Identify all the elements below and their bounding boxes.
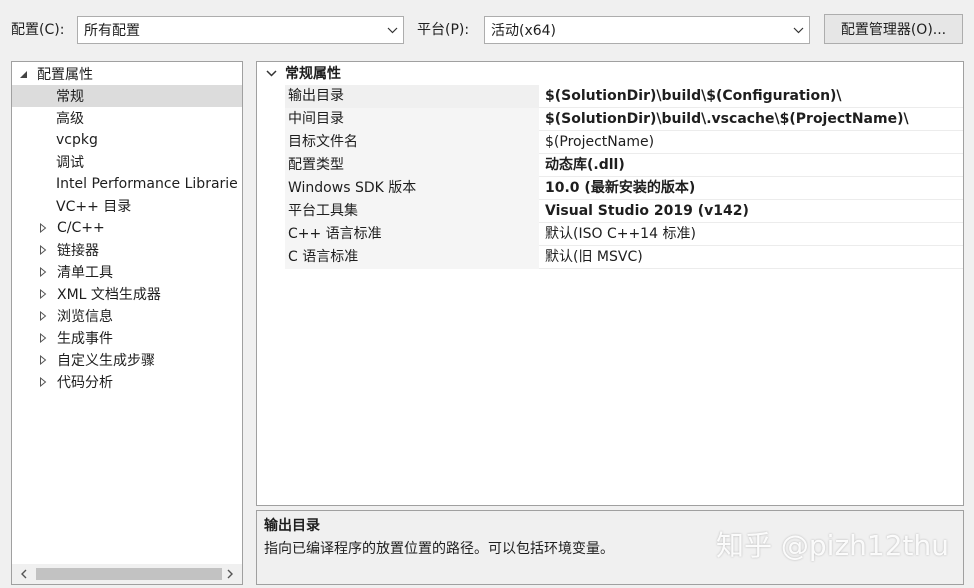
tree-item-label: C/C++ [57,220,105,236]
tree-item[interactable]: 链接器 [12,239,242,261]
property-value[interactable]: $(ProjectName) [541,131,963,154]
property-value[interactable]: 默认(ISO C++14 标准) [541,223,963,246]
property-name: 中间目录 [285,108,539,131]
property-row[interactable]: 配置类型 动态库(.dll) [257,154,963,177]
tree-root-label: 配置属性 [37,67,93,83]
collapse-chevron-icon[interactable] [257,69,285,77]
property-name: Windows SDK 版本 [285,177,539,200]
tree-item-label: 链接器 [57,243,99,259]
chevron-down-icon [787,17,809,43]
tree-item[interactable]: 常规 [12,85,242,107]
tree-item[interactable]: 自定义生成步骤 [12,349,242,371]
scrollbar-thumb[interactable] [36,568,222,580]
tree-item[interactable]: Intel Performance Librarie [12,173,242,195]
tree-item[interactable]: vcpkg [12,129,242,151]
tree-item[interactable]: 高级 [12,107,242,129]
tree-item-label: 自定义生成步骤 [57,353,155,369]
category-label: 常规属性 [285,66,341,82]
property-name: C 语言标准 [285,246,539,269]
tree-item-label: 高级 [56,111,84,127]
watermark: 知乎 @pizh12thu [716,529,949,562]
tree-item-label: XML 文档生成器 [57,287,161,303]
row-margin [257,246,285,269]
property-name: 目标文件名 [285,131,539,154]
row-margin [257,131,285,154]
tree-item-label: 浏览信息 [57,309,113,325]
property-name: 平台工具集 [285,200,539,223]
property-grid[interactable]: 常规属性 输出目录 $(SolutionDir)\build\$(Configur… [256,61,964,506]
property-row[interactable]: 目标文件名 $(ProjectName) [257,131,963,154]
property-name: 输出目录 [285,85,539,108]
property-row[interactable]: 输出目录 $(SolutionDir)\build\$(Configuration… [257,85,963,108]
tree-item-label: 调试 [56,155,84,171]
platform-label: 平台(P): [417,22,470,38]
tree-item[interactable]: 浏览信息 [12,305,242,327]
tree-item-label: VC++ 目录 [56,199,132,215]
category-header[interactable]: 常规属性 [257,62,963,84]
property-value[interactable]: Visual Studio 2019 (v142) [541,200,963,223]
expand-triangle-icon[interactable] [38,244,48,256]
tree-item[interactable]: 清单工具 [12,261,242,283]
tree-horizontal-scrollbar[interactable] [12,564,242,584]
configuration-manager-button[interactable]: 配置管理器(O)... [824,14,963,44]
row-margin [257,223,285,246]
row-margin [257,108,285,131]
tree-item-label: 代码分析 [57,375,113,391]
tree-item[interactable]: 代码分析 [12,371,242,393]
platform-dropdown[interactable]: 活动(x64) [484,16,810,44]
expand-triangle-icon[interactable] [38,222,48,234]
row-margin [257,177,285,200]
scroll-left-icon[interactable] [16,566,32,582]
expanded-triangle-icon[interactable] [18,68,28,80]
expand-triangle-icon[interactable] [38,288,48,300]
tree-item-label: 清单工具 [57,265,113,281]
property-row[interactable]: 平台工具集 Visual Studio 2019 (v142) [257,200,963,223]
property-value[interactable]: 默认(旧 MSVC) [541,246,963,269]
property-row[interactable]: C++ 语言标准 默认(ISO C++14 标准) [257,223,963,246]
scroll-right-icon[interactable] [222,566,238,582]
property-row[interactable]: 中间目录 $(SolutionDir)\build\.vscache\$(Proj… [257,108,963,131]
tree-item-label: Intel Performance Librarie [56,176,238,192]
configuration-dropdown[interactable]: 所有配置 [77,16,404,44]
tree-item-label: 常规 [56,89,84,105]
expand-triangle-icon[interactable] [38,376,48,388]
platform-value: 活动(x64) [491,23,557,39]
property-name: 配置类型 [285,154,539,177]
property-value[interactable]: $(SolutionDir)\build\$(Configuration)\ [541,85,963,108]
property-value[interactable]: $(SolutionDir)\build\.vscache\$(ProjectN… [541,108,963,131]
row-margin [257,154,285,177]
tree-item[interactable]: 生成事件 [12,327,242,349]
property-value[interactable]: 10.0 (最新安装的版本) [541,177,963,200]
property-row[interactable]: C 语言标准 默认(旧 MSVC) [257,246,963,269]
expand-triangle-icon[interactable] [38,310,48,322]
row-margin [257,85,285,108]
property-name: C++ 语言标准 [285,223,539,246]
property-value[interactable]: 动态库(.dll) [541,154,963,177]
tree-item[interactable]: VC++ 目录 [12,195,242,217]
expand-triangle-icon[interactable] [38,354,48,366]
tree-item-label: vcpkg [56,132,98,148]
configuration-label: 配置(C): [11,22,65,38]
configuration-value: 所有配置 [84,23,140,39]
expand-triangle-icon[interactable] [38,266,48,278]
chevron-down-icon [381,17,403,43]
tree-item[interactable]: 调试 [12,151,242,173]
tree-item-label: 生成事件 [57,331,113,347]
tree-item[interactable]: XML 文档生成器 [12,283,242,305]
tree-item[interactable]: C/C++ [12,217,242,239]
property-tree[interactable]: 配置属性 常规高级 vcpkg 调试 Intel Performance Librar… [11,61,243,585]
row-margin [257,200,285,223]
property-row[interactable]: Windows SDK 版本 10.0 (最新安装的版本) [257,177,963,200]
tree-root[interactable]: 配置属性 [12,63,242,85]
expand-triangle-icon[interactable] [38,332,48,344]
